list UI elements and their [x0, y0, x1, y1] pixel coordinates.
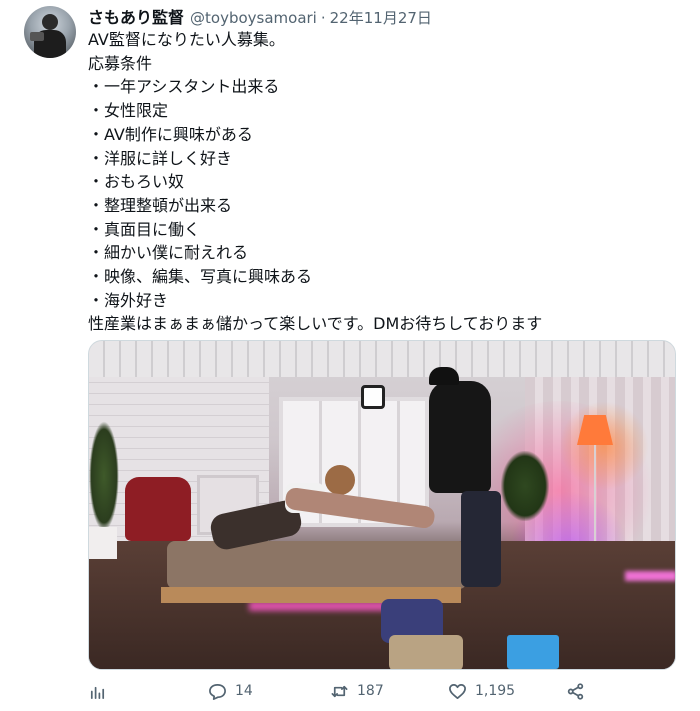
tweet-line: ・整理整頓が出来る: [88, 195, 233, 215]
tweet-line: ・洋服に詳しく好き: [88, 148, 233, 168]
tweet-line: ・映像、編集、写真に興味ある: [88, 267, 313, 287]
like-button[interactable]: 1,195: [448, 676, 515, 706]
retweet-count: 187: [357, 683, 384, 699]
camera-icon: [30, 32, 44, 41]
tweet-line: ・真面目に働く: [88, 219, 201, 239]
views-button[interactable]: [88, 676, 107, 706]
tweet-line: 性産業はまぁまぁ儲かって楽しいです。DMお待ちしております: [88, 314, 543, 334]
tweet-line: 応募条件: [88, 53, 153, 73]
retweet-button[interactable]: 187: [330, 676, 384, 706]
display-name[interactable]: さもあり監督: [88, 4, 184, 28]
photo-person: [325, 465, 355, 495]
tweet-date[interactable]: 22年11月27日: [330, 7, 432, 28]
photo-photographer: [429, 381, 491, 493]
bar-chart-icon: [90, 686, 105, 699]
tweet-header: さもあり監督 @toyboysamoari · 22年11月27日: [88, 4, 432, 28]
photo-flash-light: [361, 385, 385, 409]
tweet-line: ・AV制作に興味がある: [88, 124, 253, 144]
tweet-line: AV監督になりたい人募集。: [88, 30, 285, 49]
reply-button[interactable]: 14: [208, 676, 253, 706]
avatar-head: [42, 14, 58, 30]
photo-cap: [429, 367, 459, 385]
photo-lamp-glow: [559, 401, 649, 491]
reply-count: 14: [235, 683, 253, 699]
tweet-photo[interactable]: [88, 340, 676, 670]
tweet-line: ・細かい僕に耐えれる: [88, 243, 249, 263]
photo-basket: [507, 635, 559, 669]
photo-red-chair: [125, 477, 191, 541]
photo-bed: [167, 541, 467, 589]
photo-photographer: [461, 491, 501, 587]
header-separator: ·: [320, 9, 326, 27]
photo-plant: [501, 451, 549, 521]
tweet-line: ・おもろい奴: [88, 172, 185, 192]
tweet-actions: 14 187 1,195: [88, 676, 688, 706]
reply-icon: [209, 683, 226, 700]
tweet-text: AV監督になりたい人募集。 応募条件 ・一年アシスタント出来る ・女性限定 ・A…: [88, 28, 688, 336]
photo-plant: [89, 421, 119, 531]
like-count: 1,195: [475, 683, 516, 699]
share-icon: [567, 682, 584, 700]
tweet-line: ・女性限定: [88, 101, 169, 121]
share-button[interactable]: [566, 676, 585, 706]
tweet-line: ・一年アシスタント出来る: [88, 77, 280, 97]
photo-ceiling: [89, 341, 675, 377]
heart-icon: [449, 683, 466, 699]
photo-plant-pot: [89, 527, 117, 559]
retweet-icon: [331, 685, 348, 697]
avatar[interactable]: [24, 6, 76, 58]
photo-neon-light: [625, 571, 675, 581]
tweet-line: ・海外好き: [88, 290, 169, 310]
user-handle[interactable]: @toyboysamoari: [190, 9, 317, 27]
photo-crew-member: [389, 635, 463, 669]
